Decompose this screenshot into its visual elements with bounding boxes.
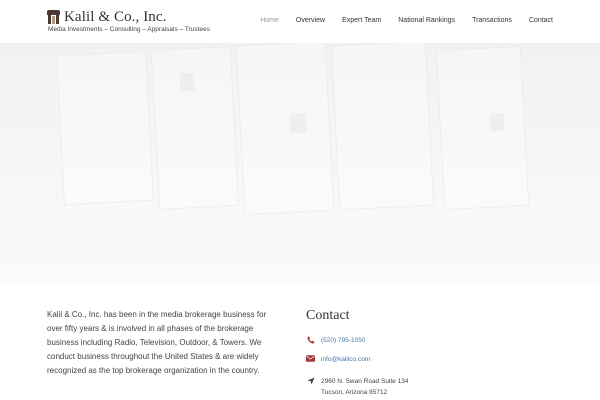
contact-email-link[interactable]: info@kalilco.com (321, 356, 370, 363)
hero-bg-card (56, 50, 154, 206)
contact-phone-link[interactable]: (520) 795-1050 (321, 337, 365, 344)
hero-bg-card (435, 45, 530, 211)
contact-address-line2: Tucson, Arizona 85712 (321, 389, 388, 396)
contact-address-row: 2960 N. Swan Road Suite 134 Tucson, Ariz… (306, 376, 408, 398)
nav-item-contact[interactable]: Contact (529, 17, 553, 24)
hero-bg-card (235, 43, 335, 216)
nav-item-home[interactable]: Home (260, 17, 279, 24)
site-header: Kalil & Co., Inc. Media Investments – Co… (0, 0, 600, 43)
hero-bg-card (150, 46, 240, 210)
nav-item-national-rankings[interactable]: National Rankings (398, 17, 455, 24)
nav-item-expert-team[interactable]: Expert Team (342, 17, 381, 24)
nav-item-overview[interactable]: Overview (296, 17, 325, 24)
main-nav: Home Overview Expert Team National Ranki… (243, 17, 553, 24)
brand-tagline: Media Investments – Consulting – Apprais… (48, 26, 210, 33)
contact-address-line1: 2960 N. Swan Road Suite 134 (321, 378, 409, 385)
site-logo[interactable]: Kalil & Co., Inc. (47, 9, 167, 25)
contact-title: Contact (306, 308, 350, 323)
location-arrow-icon (306, 376, 315, 385)
envelope-icon (306, 354, 315, 363)
hero-ghost-mark (180, 73, 194, 91)
contact-email-row: info@kalilco.com (306, 354, 370, 365)
logo-mark-icon (47, 10, 60, 24)
hero-bg-card (330, 43, 435, 211)
hero-ghost-mark (490, 113, 504, 131)
brand-name: Kalil & Co., Inc. (64, 9, 167, 25)
contact-phone-row: (520) 795-1050 (306, 335, 365, 346)
nav-item-transactions[interactable]: Transactions (472, 17, 512, 24)
contact-section: Contact (306, 308, 556, 336)
phone-icon (306, 335, 315, 344)
hero-ghost-mark (290, 113, 306, 133)
about-text: Kalil & Co., Inc. has been in the media … (47, 310, 267, 375)
hero-banner (0, 43, 600, 285)
